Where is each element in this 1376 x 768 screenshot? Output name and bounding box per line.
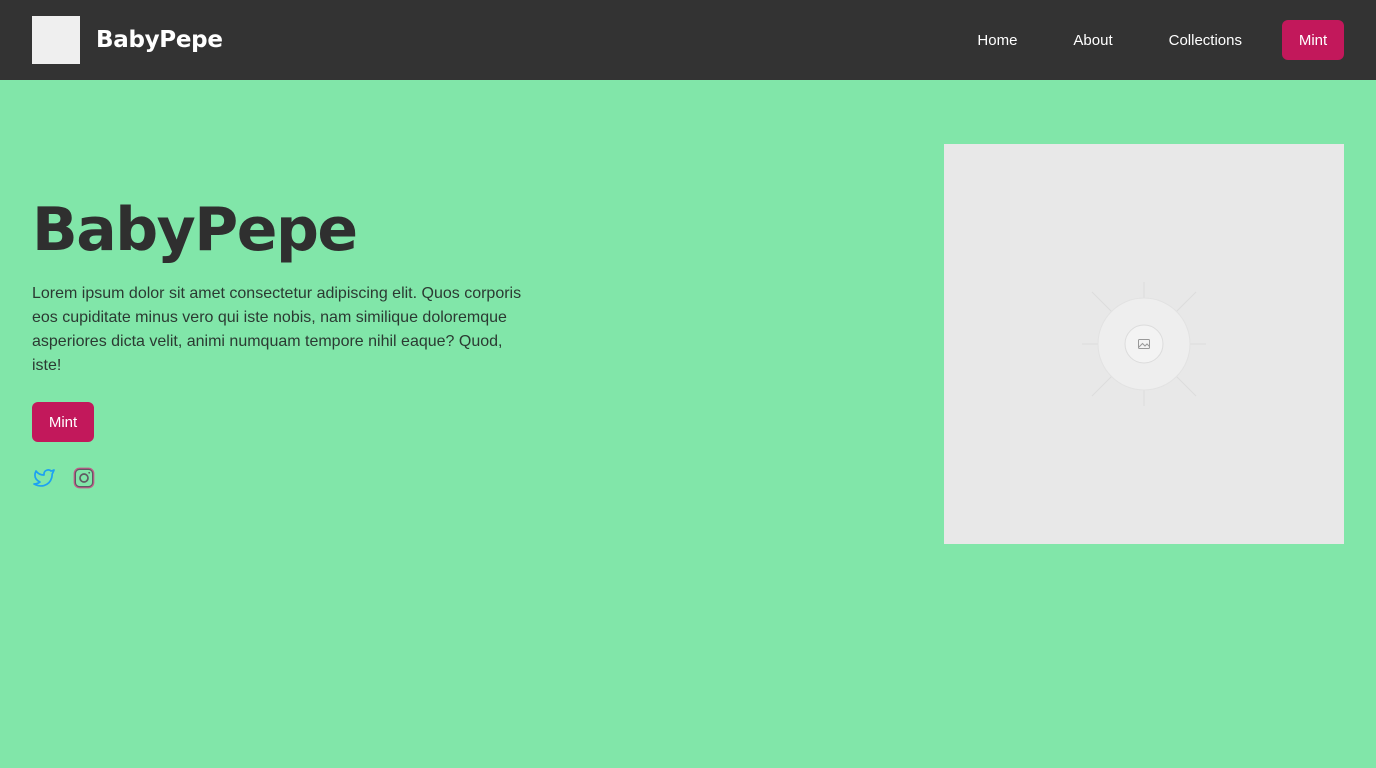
nav-link-collections[interactable]: Collections: [1141, 22, 1270, 59]
hero-title: BabyPepe: [32, 195, 358, 265]
twitter-link[interactable]: [32, 466, 56, 490]
brand-name[interactable]: BabyPepe: [96, 27, 223, 53]
navbar: BabyPepe Home About Collections Mint: [0, 0, 1376, 80]
nav-link-home[interactable]: Home: [949, 22, 1045, 59]
logo-image[interactable]: [32, 16, 80, 64]
instagram-icon: [73, 467, 95, 489]
hero-description: Lorem ipsum dolor sit amet consectetur a…: [32, 285, 522, 374]
instagram-link[interactable]: [72, 466, 96, 490]
social-links: [32, 466, 96, 490]
hero-mint-button[interactable]: Mint: [32, 402, 94, 442]
nav-links: Home About Collections Mint: [949, 20, 1344, 60]
image-placeholder-icon: [1082, 282, 1206, 406]
twitter-icon: [33, 469, 55, 487]
hero-image-placeholder: [944, 144, 1344, 544]
nav-mint-button[interactable]: Mint: [1282, 20, 1344, 60]
nav-link-about[interactable]: About: [1045, 22, 1140, 59]
